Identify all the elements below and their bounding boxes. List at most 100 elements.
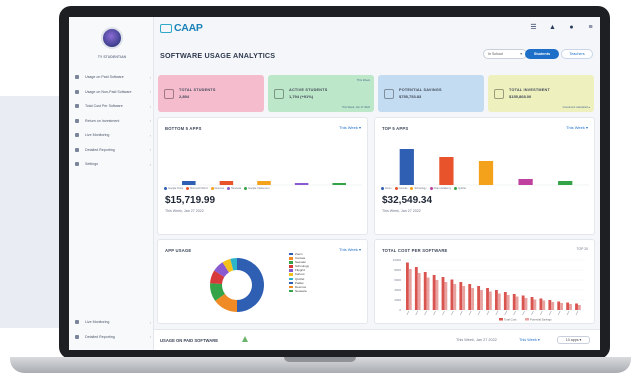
- cost-bar-2-1[interactable]: [408, 269, 412, 310]
- x-tick-label: [548, 310, 552, 316]
- cost-bar-1-4[interactable]: [432, 275, 436, 310]
- avatar[interactable]: [101, 27, 123, 49]
- cost-bar-1-8[interactable]: [468, 284, 472, 310]
- legend-swatch: [289, 261, 293, 264]
- cost-bar-1-14[interactable]: [521, 295, 525, 311]
- donut-slice-1[interactable]: [237, 258, 264, 312]
- legend-label: Canvas: [398, 187, 408, 191]
- sidebar-item-label: Usage on Paid Software: [85, 75, 124, 80]
- user-icon[interactable]: ●: [568, 24, 575, 31]
- sidebar-item[interactable]: Usage on Paid Software ›: [75, 70, 151, 85]
- legend-swatch: [227, 187, 231, 190]
- kpi-card[interactable]: TOTAL INVESTMENT $155,868.00 Investment ca…: [488, 75, 594, 112]
- cost-bar-1-19[interactable]: [566, 302, 570, 311]
- cost-bar-1-6[interactable]: [450, 279, 454, 311]
- bar-1[interactable]: [399, 149, 414, 185]
- sidebar-item[interactable]: Usage on Non-Paid Software ›: [75, 85, 151, 100]
- sidebar-item[interactable]: Detailed Reporting ›: [75, 143, 151, 158]
- kpi-card[interactable]: POTENTIAL SAVINGS $755,753.83: [378, 75, 484, 112]
- students-toggle[interactable]: Students: [525, 49, 559, 59]
- cost-bar-1-3[interactable]: [423, 272, 427, 310]
- bar-4[interactable]: [294, 183, 309, 185]
- sidebar-item-label: Total Cost Per Software: [85, 104, 123, 109]
- teachers-toggle[interactable]: Teachers: [561, 49, 593, 59]
- legend-swatch: [210, 187, 214, 190]
- kpi-card[interactable]: ACTIVE STUDENTS 1,794 (+91%) This Week This…: [268, 75, 374, 112]
- usage-paid-apps-dropdown[interactable]: 10 apps ▾: [557, 336, 590, 344]
- cost-bar-2-10[interactable]: [488, 291, 492, 311]
- sidebar-item-label: Return on Investment: [85, 118, 120, 123]
- bottom-5-date: This Week, Jan 27 2022: [165, 209, 204, 213]
- cost-bar-1-12[interactable]: [503, 292, 507, 310]
- bar-2[interactable]: [219, 181, 234, 185]
- app-usage-period-dropdown[interactable]: This Week ▾: [339, 247, 361, 252]
- bar-2[interactable]: [439, 157, 454, 185]
- cost-bar-2-11[interactable]: [497, 293, 501, 311]
- bar-4[interactable]: [518, 179, 533, 185]
- cost-bar-1-11[interactable]: [495, 290, 498, 310]
- kpi-card[interactable]: TOTAL STUDENTS 2,894: [158, 75, 264, 112]
- usage-paid-period-dropdown[interactable]: This Week ▾: [519, 337, 540, 342]
- bar-5[interactable]: [558, 181, 573, 185]
- bottom-5-period-dropdown[interactable]: This Week ▾: [339, 125, 361, 130]
- cost-bar-2-9[interactable]: [480, 290, 483, 310]
- sidebar-item-label: Live Monitoring: [85, 320, 110, 325]
- x-tick-label: [486, 310, 490, 316]
- cost-bar-2-3[interactable]: [426, 277, 430, 311]
- cost-bar-2-14[interactable]: [524, 298, 528, 310]
- kpi-icon: [494, 88, 504, 99]
- y-tick-label: 6000: [394, 278, 401, 282]
- x-tick-label: [468, 310, 472, 316]
- x-tick-label: [459, 310, 463, 316]
- cost-bar-2-2[interactable]: [417, 273, 421, 310]
- cost-bar-2-18[interactable]: [560, 303, 563, 310]
- cost-bar-1-2[interactable]: [414, 267, 418, 310]
- bar-5[interactable]: [332, 183, 346, 185]
- cost-bar-2-15[interactable]: [533, 299, 537, 311]
- cost-bar-2-17[interactable]: [551, 302, 555, 310]
- cost-bar-2-19[interactable]: [569, 304, 572, 310]
- cost-bar-1-10[interactable]: [486, 288, 489, 310]
- cost-bar-1-16[interactable]: [539, 298, 543, 311]
- legend-item: Zoom: [381, 187, 392, 190]
- bar-3[interactable]: [257, 181, 271, 185]
- nav-item-icon: [75, 334, 79, 339]
- top-5-title: TOP 5 APPS: [382, 126, 409, 131]
- sidebar-item[interactable]: Return on Investment ›: [75, 114, 151, 129]
- cost-bar-1-18[interactable]: [557, 301, 561, 311]
- bar-3[interactable]: [478, 161, 494, 185]
- sidebar-item[interactable]: Live Monitoring ›: [75, 128, 151, 143]
- sidebar-item[interactable]: Settings ›: [75, 157, 151, 172]
- menu-icon[interactable]: ≡: [587, 24, 594, 31]
- cost-bar-2-12[interactable]: [506, 295, 510, 310]
- settings-sliders-icon[interactable]: ☰: [530, 24, 537, 31]
- kpi-title: POTENTIAL SAVINGS: [399, 88, 442, 92]
- cost-bar-2-6[interactable]: [453, 284, 457, 310]
- cost-bar-2-16[interactable]: [542, 300, 546, 311]
- sidebar-item[interactable]: Live Monitoring ›: [75, 315, 151, 330]
- school-filter-select[interactable]: In School ▾: [483, 49, 527, 59]
- logo[interactable]: CAAP: [160, 22, 203, 34]
- cost-bar-1-1[interactable]: [406, 262, 409, 311]
- cost-bar-2-5[interactable]: [444, 282, 448, 310]
- bell-icon[interactable]: ▲: [549, 24, 556, 31]
- sidebar-item[interactable]: Detailed Reporting ›: [75, 330, 151, 345]
- cost-bar-2-20[interactable]: [577, 305, 581, 310]
- marketing-stage: TY STUDENTIAN Usage on Paid Software › Usa…: [0, 0, 641, 383]
- sidebar-item[interactable]: Total Cost Per Software ›: [75, 99, 151, 114]
- bar-1[interactable]: [182, 181, 196, 185]
- cost-bar-2-8[interactable]: [471, 288, 474, 310]
- legend-label: Google Drive: [168, 187, 184, 191]
- cost-bar-1-15[interactable]: [530, 297, 534, 310]
- cost-bar-1-20[interactable]: [575, 303, 578, 311]
- cost-bar-1-7[interactable]: [459, 282, 463, 310]
- cost-bar-2-13[interactable]: [515, 296, 519, 311]
- cost-bar-1-17[interactable]: [548, 300, 552, 310]
- cost-bar-1-5[interactable]: [441, 277, 445, 310]
- cost-bar-2-7[interactable]: [462, 286, 466, 310]
- cost-bar-1-9[interactable]: [477, 286, 481, 310]
- top-5-period-dropdown[interactable]: This Week ▾: [566, 125, 588, 130]
- cost-bar-2-4[interactable]: [435, 280, 439, 310]
- x-tick-label: [415, 310, 419, 316]
- cost-bar-1-13[interactable]: [512, 294, 516, 310]
